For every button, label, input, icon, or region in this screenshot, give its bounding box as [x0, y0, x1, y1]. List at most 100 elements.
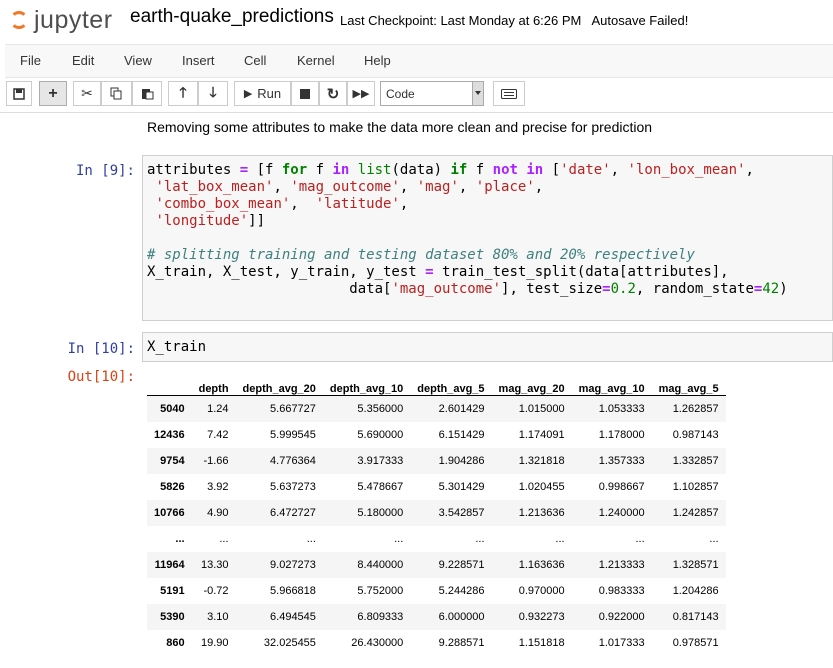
checkpoint-text: Last Checkpoint: Last Monday at 6:26 PM	[340, 13, 582, 28]
table-cell: 1.213636	[518, 507, 565, 519]
table-cell: ...	[219, 533, 229, 545]
table-cell: 13.30	[201, 559, 229, 571]
table-cell: 3.10	[207, 611, 229, 623]
table-cell: 1.242857	[672, 507, 719, 519]
paste-button[interactable]	[132, 81, 162, 106]
command-palette-button[interactable]	[493, 81, 525, 106]
table-row: 5040 1.24 5.667727 5.356000 2.601429 1.015000…	[147, 395, 726, 422]
dropdown-arrow-icon	[472, 82, 483, 105]
table-cell: 9.228571	[438, 559, 485, 571]
table-cell: 3.917333	[357, 455, 404, 467]
table-cell: 1.904286	[438, 455, 485, 467]
table-cell: ...	[306, 533, 316, 545]
code-cell-10-source: X_train	[147, 339, 207, 355]
input-prompt-9: In [9]:	[75, 163, 135, 179]
table-row: 5390 3.10 6.494545 6.809333 6.000000 0.932273…	[147, 604, 726, 630]
cell-type-select[interactable]: Code	[380, 81, 484, 106]
save-icon	[13, 87, 25, 100]
table-cell: 2.601429	[438, 403, 485, 415]
stop-icon	[300, 88, 310, 99]
table-cell: 1.321818	[518, 455, 565, 467]
table-cell: 1.151818	[518, 637, 565, 649]
table-cell: 1.262857	[672, 403, 719, 415]
logo-text: jupyter	[34, 6, 113, 34]
dataframe-table: depth depth_avg_20 depth_avg_10 depth_av…	[147, 369, 726, 656]
column-header: depth	[191, 369, 236, 396]
header: jupyter earth-quake_predictions Last Che…	[0, 0, 833, 42]
input-prompt-10: In [10]:	[67, 341, 135, 357]
row-index: 9754	[160, 455, 185, 467]
table-cell: 3.542857	[438, 507, 485, 519]
table-cell: -1.66	[203, 455, 229, 467]
interrupt-button[interactable]	[291, 81, 319, 106]
cell-type-value: Code	[386, 87, 415, 101]
move-down-button[interactable]: 🡓	[198, 81, 228, 106]
table-cell: 3.92	[207, 481, 229, 493]
table-cell: ...	[709, 533, 719, 545]
table-cell: 1.213333	[598, 559, 645, 571]
code-cell-10[interactable]: X_train	[142, 332, 833, 362]
table-cell: 1.178000	[598, 429, 645, 441]
table-row: 12436 7.42 5.999545 5.690000 6.151429 1.17409…	[147, 422, 726, 448]
table-cell: 1.204286	[672, 585, 719, 597]
table-cell: 5.478667	[357, 481, 404, 493]
cut-button[interactable]: ✂	[73, 81, 101, 106]
table-cell: 1.017333	[598, 637, 645, 649]
jupyter-logo[interactable]: jupyter	[10, 6, 120, 36]
menu-edit[interactable]: Edit	[72, 53, 94, 68]
insert-cell-button[interactable]: +	[39, 81, 67, 106]
menu-bar: File Edit View Insert Cell Kernel Help	[5, 44, 833, 78]
autosave-status: Autosave Failed!	[591, 13, 689, 28]
move-up-button[interactable]: 🡑	[168, 81, 198, 106]
menu-kernel[interactable]: Kernel	[297, 53, 335, 68]
table-cell: 32.025455	[263, 637, 316, 649]
table-cell: 0.983333	[598, 585, 645, 597]
table-row: ........................	[147, 526, 726, 552]
table-cell: 5.667727	[270, 403, 316, 415]
arrow-up-icon: 🡑	[179, 83, 187, 100]
notebook-container: Removing some attributes to make the dat…	[0, 112, 833, 668]
table-cell: 4.776364	[270, 455, 316, 467]
table-cell: 5.966818	[270, 585, 316, 597]
row-index: 5191	[160, 585, 185, 597]
refresh-icon: ↻	[326, 85, 340, 103]
table-row: 10766 4.90 6.472727 5.180000 3.542857 1.21363…	[147, 500, 726, 526]
menu-cell[interactable]: Cell	[244, 53, 266, 68]
menu-help[interactable]: Help	[364, 53, 391, 68]
column-header: depth_avg_5	[410, 369, 492, 396]
menu-file[interactable]: File	[20, 53, 41, 68]
menu-insert[interactable]: Insert	[182, 53, 215, 68]
table-cell: -0.72	[203, 585, 229, 597]
row-index: 11964	[154, 559, 185, 571]
table-cell: 1.020455	[518, 481, 565, 493]
column-header: depth_avg_20	[235, 369, 323, 396]
notebook-name[interactable]: earth-quake_predictions	[130, 6, 334, 28]
table-cell: ...	[475, 533, 485, 545]
restart-run-all-button[interactable]: ▶▶	[347, 81, 375, 106]
table-row: 9754 -1.66 4.776364 3.917333 1.904286 1.32181…	[147, 448, 726, 474]
code-cell-9[interactable]: attributes = [f for f in list(data) if f…	[142, 155, 833, 321]
table-cell: 0.817143	[672, 611, 719, 623]
table-cell: 5.356000	[357, 403, 404, 415]
table-cell: 0.978571	[672, 637, 719, 649]
menu-view[interactable]: View	[124, 53, 152, 68]
plus-icon: +	[48, 84, 58, 102]
keyboard-icon	[501, 88, 517, 99]
table-row: 5826 3.92 5.637273 5.478667 5.301429 1.020455…	[147, 474, 726, 500]
table-cell: 6.000000	[438, 611, 485, 623]
output-prompt-10: Out[10]:	[67, 369, 135, 385]
table-cell: 4.90	[207, 507, 229, 519]
markdown-cell[interactable]: Removing some attributes to make the dat…	[147, 119, 652, 135]
column-header: mag_avg_5	[651, 369, 726, 396]
table-row: 11964 13.30 9.027273 8.440000 9.228571 1.1636…	[147, 552, 726, 578]
run-button[interactable]: ▶ Run	[234, 81, 291, 106]
copy-button[interactable]	[101, 81, 132, 106]
table-cell: 0.922000	[598, 611, 645, 623]
table-cell: 7.42	[207, 429, 229, 441]
restart-button[interactable]: ↻	[319, 81, 347, 106]
table-cell: 0.987143	[672, 429, 719, 441]
table-header-row: depth depth_avg_20 depth_avg_10 depth_av…	[147, 369, 726, 396]
save-button[interactable]	[6, 81, 32, 106]
row-index: ...	[175, 533, 185, 545]
code-cell-9-source: attributes = [f for f in list(data) if f…	[147, 162, 788, 297]
